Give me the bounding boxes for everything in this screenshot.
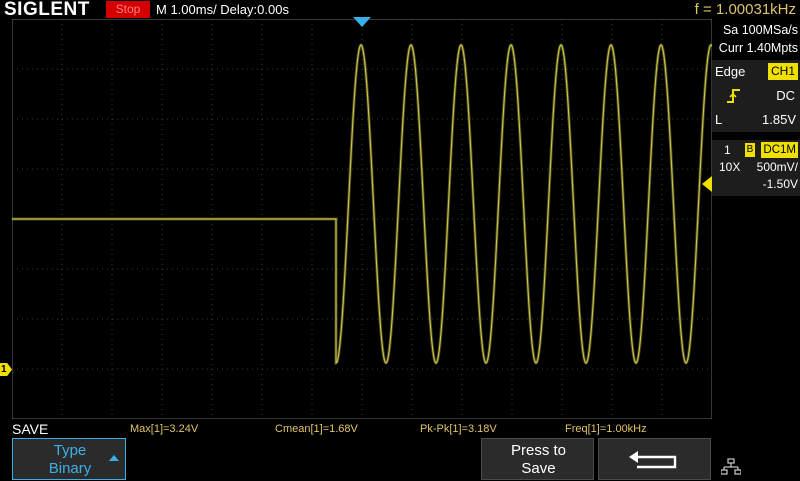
network-icon [720, 458, 742, 481]
measure-max: Max[1]=3.24V [130, 423, 199, 435]
run-status-badge[interactable]: Stop [106, 1, 150, 18]
caret-up-icon [109, 449, 119, 467]
probe-ratio: 10X [719, 160, 741, 174]
brand-logo: SIGLENT [4, 0, 90, 20]
bw-limit-badge: B [745, 143, 755, 157]
press-to-save-button[interactable]: Press to Save [481, 438, 594, 480]
channel-number: 1 [724, 143, 731, 157]
return-arrow-icon [629, 449, 681, 476]
save-label: Save [521, 460, 556, 477]
trigger-level-value: 1.85V [762, 112, 796, 127]
trigger-source-badge: CH1 [767, 63, 798, 80]
trigger-panel[interactable]: Edge CH1 DC L 1.85V [712, 60, 800, 132]
channel1-offset-marker[interactable]: 1 [0, 363, 12, 376]
waveform-display[interactable] [12, 19, 712, 419]
channel1-marker-label: 1 [1, 364, 7, 375]
return-button[interactable] [598, 438, 711, 480]
type-softkey[interactable]: Type Binary [12, 438, 126, 480]
channel1-info-panel[interactable]: 1 B DC1M 10X 500mV/ -1.50V [712, 140, 800, 196]
vertical-scale: 500mV/ [756, 160, 798, 174]
timebase-readout[interactable]: M 1.00ms/ Delay:0.00s [156, 1, 289, 18]
vertical-offset: -1.50V [762, 177, 798, 191]
measure-freq: Freq[1]=1.00kHz [565, 423, 647, 435]
frequency-counter: f = 1.00031kHz [694, 1, 796, 18]
trigger-type: Edge [715, 64, 746, 79]
menu-title: SAVE [12, 421, 49, 437]
press-label: Press to [510, 442, 567, 459]
trigger-level-label: L [715, 112, 723, 127]
sample-rate: Sa 100MSa/s [722, 23, 798, 37]
measure-pkpk: Pk-Pk[1]=3.18V [420, 423, 497, 435]
trigger-level-marker[interactable] [702, 176, 712, 192]
trigger-coupling: DC [776, 88, 795, 103]
measure-cmean: Cmean[1]=1.68V [275, 423, 358, 435]
channel-coupling-badge: DC1M [761, 142, 798, 158]
trigger-position-marker[interactable] [353, 17, 371, 29]
memory-depth: Curr 1.40Mpts [718, 41, 798, 55]
acquisition-info: Sa 100MSa/s Curr 1.40Mpts [714, 21, 800, 57]
